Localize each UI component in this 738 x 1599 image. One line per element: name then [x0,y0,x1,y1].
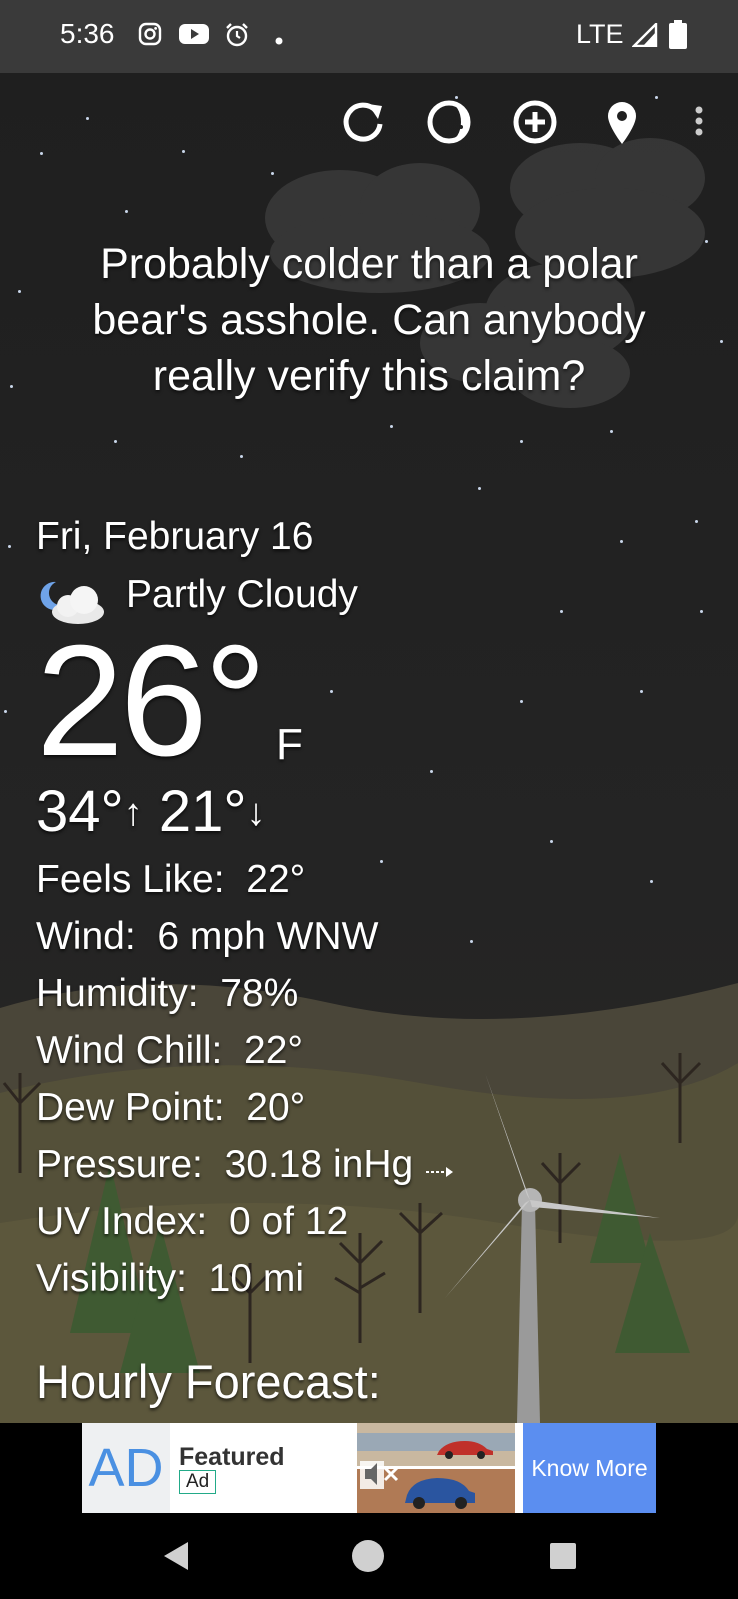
youtube-icon [178,22,210,51]
ad-featured-label: Featured [179,1443,285,1471]
weather-app-screen: 5:36 LTE Probably colder than a polar be… [0,0,738,1599]
detail-uv-index: UV Index: 0 of 12 [36,1200,349,1243]
ad-banner[interactable]: AD Featured Ad Know More [82,1423,656,1513]
detail-humidity: Humidity: 78% [36,972,299,1015]
ad-tag: Ad [179,1470,217,1494]
detail-feels-like: Feels Like: 22° [36,858,306,901]
instagram-icon [138,22,162,51]
battery-icon [668,20,688,55]
current-temperature: 26° [36,613,267,789]
back-icon[interactable] [160,1539,194,1578]
detail-pressure: Pressure: 30.18 inHg [36,1143,454,1189]
status-bar: 5:36 LTE [0,0,738,73]
detail-visibility: Visibility: 10 mi [36,1257,305,1300]
low-temperature: 21° [158,779,247,844]
forecast-date: Fri, February 16 [36,515,314,558]
network-type: LTE [576,19,624,49]
add-location-icon[interactable] [510,97,560,147]
detail-wind-chill: Wind Chill: 22° [36,1029,304,1072]
system-navigation-bar [0,1519,738,1599]
ad-logo: AD [82,1423,170,1513]
notification-dot-icon [275,32,283,50]
location-pin-icon[interactable] [597,97,647,147]
home-icon[interactable] [351,1539,385,1578]
alarm-icon [224,22,250,53]
recents-icon[interactable] [548,1539,578,1578]
ad-know-more-button[interactable]: Know More [523,1423,656,1513]
weather-condition: Partly Cloudy [126,573,358,616]
detail-wind: Wind: 6 mph WNW [36,915,379,958]
detail-dew-point: Dew Point: 20° [36,1086,306,1129]
pressure-steady-arrow-icon [424,1145,454,1189]
status-time: 5:36 [60,18,115,49]
more-options-icon[interactable] [684,97,714,147]
high-low-temperatures: 34°↑ 21°↓ [36,782,266,843]
high-temperature: 34° [36,779,124,844]
moon-phase-icon[interactable] [424,97,474,147]
ad-car-image[interactable] [357,1423,515,1513]
high-arrow-icon: ↑ [123,792,143,834]
weather-joke-text: Probably colder than a polar bear's assh… [92,240,646,400]
hourly-forecast-title: Hourly Forecast: [36,1355,381,1408]
low-arrow-icon: ↓ [246,792,266,834]
temperature-unit: F [276,720,303,769]
signal-icon [631,21,658,52]
refresh-icon[interactable] [338,97,388,147]
